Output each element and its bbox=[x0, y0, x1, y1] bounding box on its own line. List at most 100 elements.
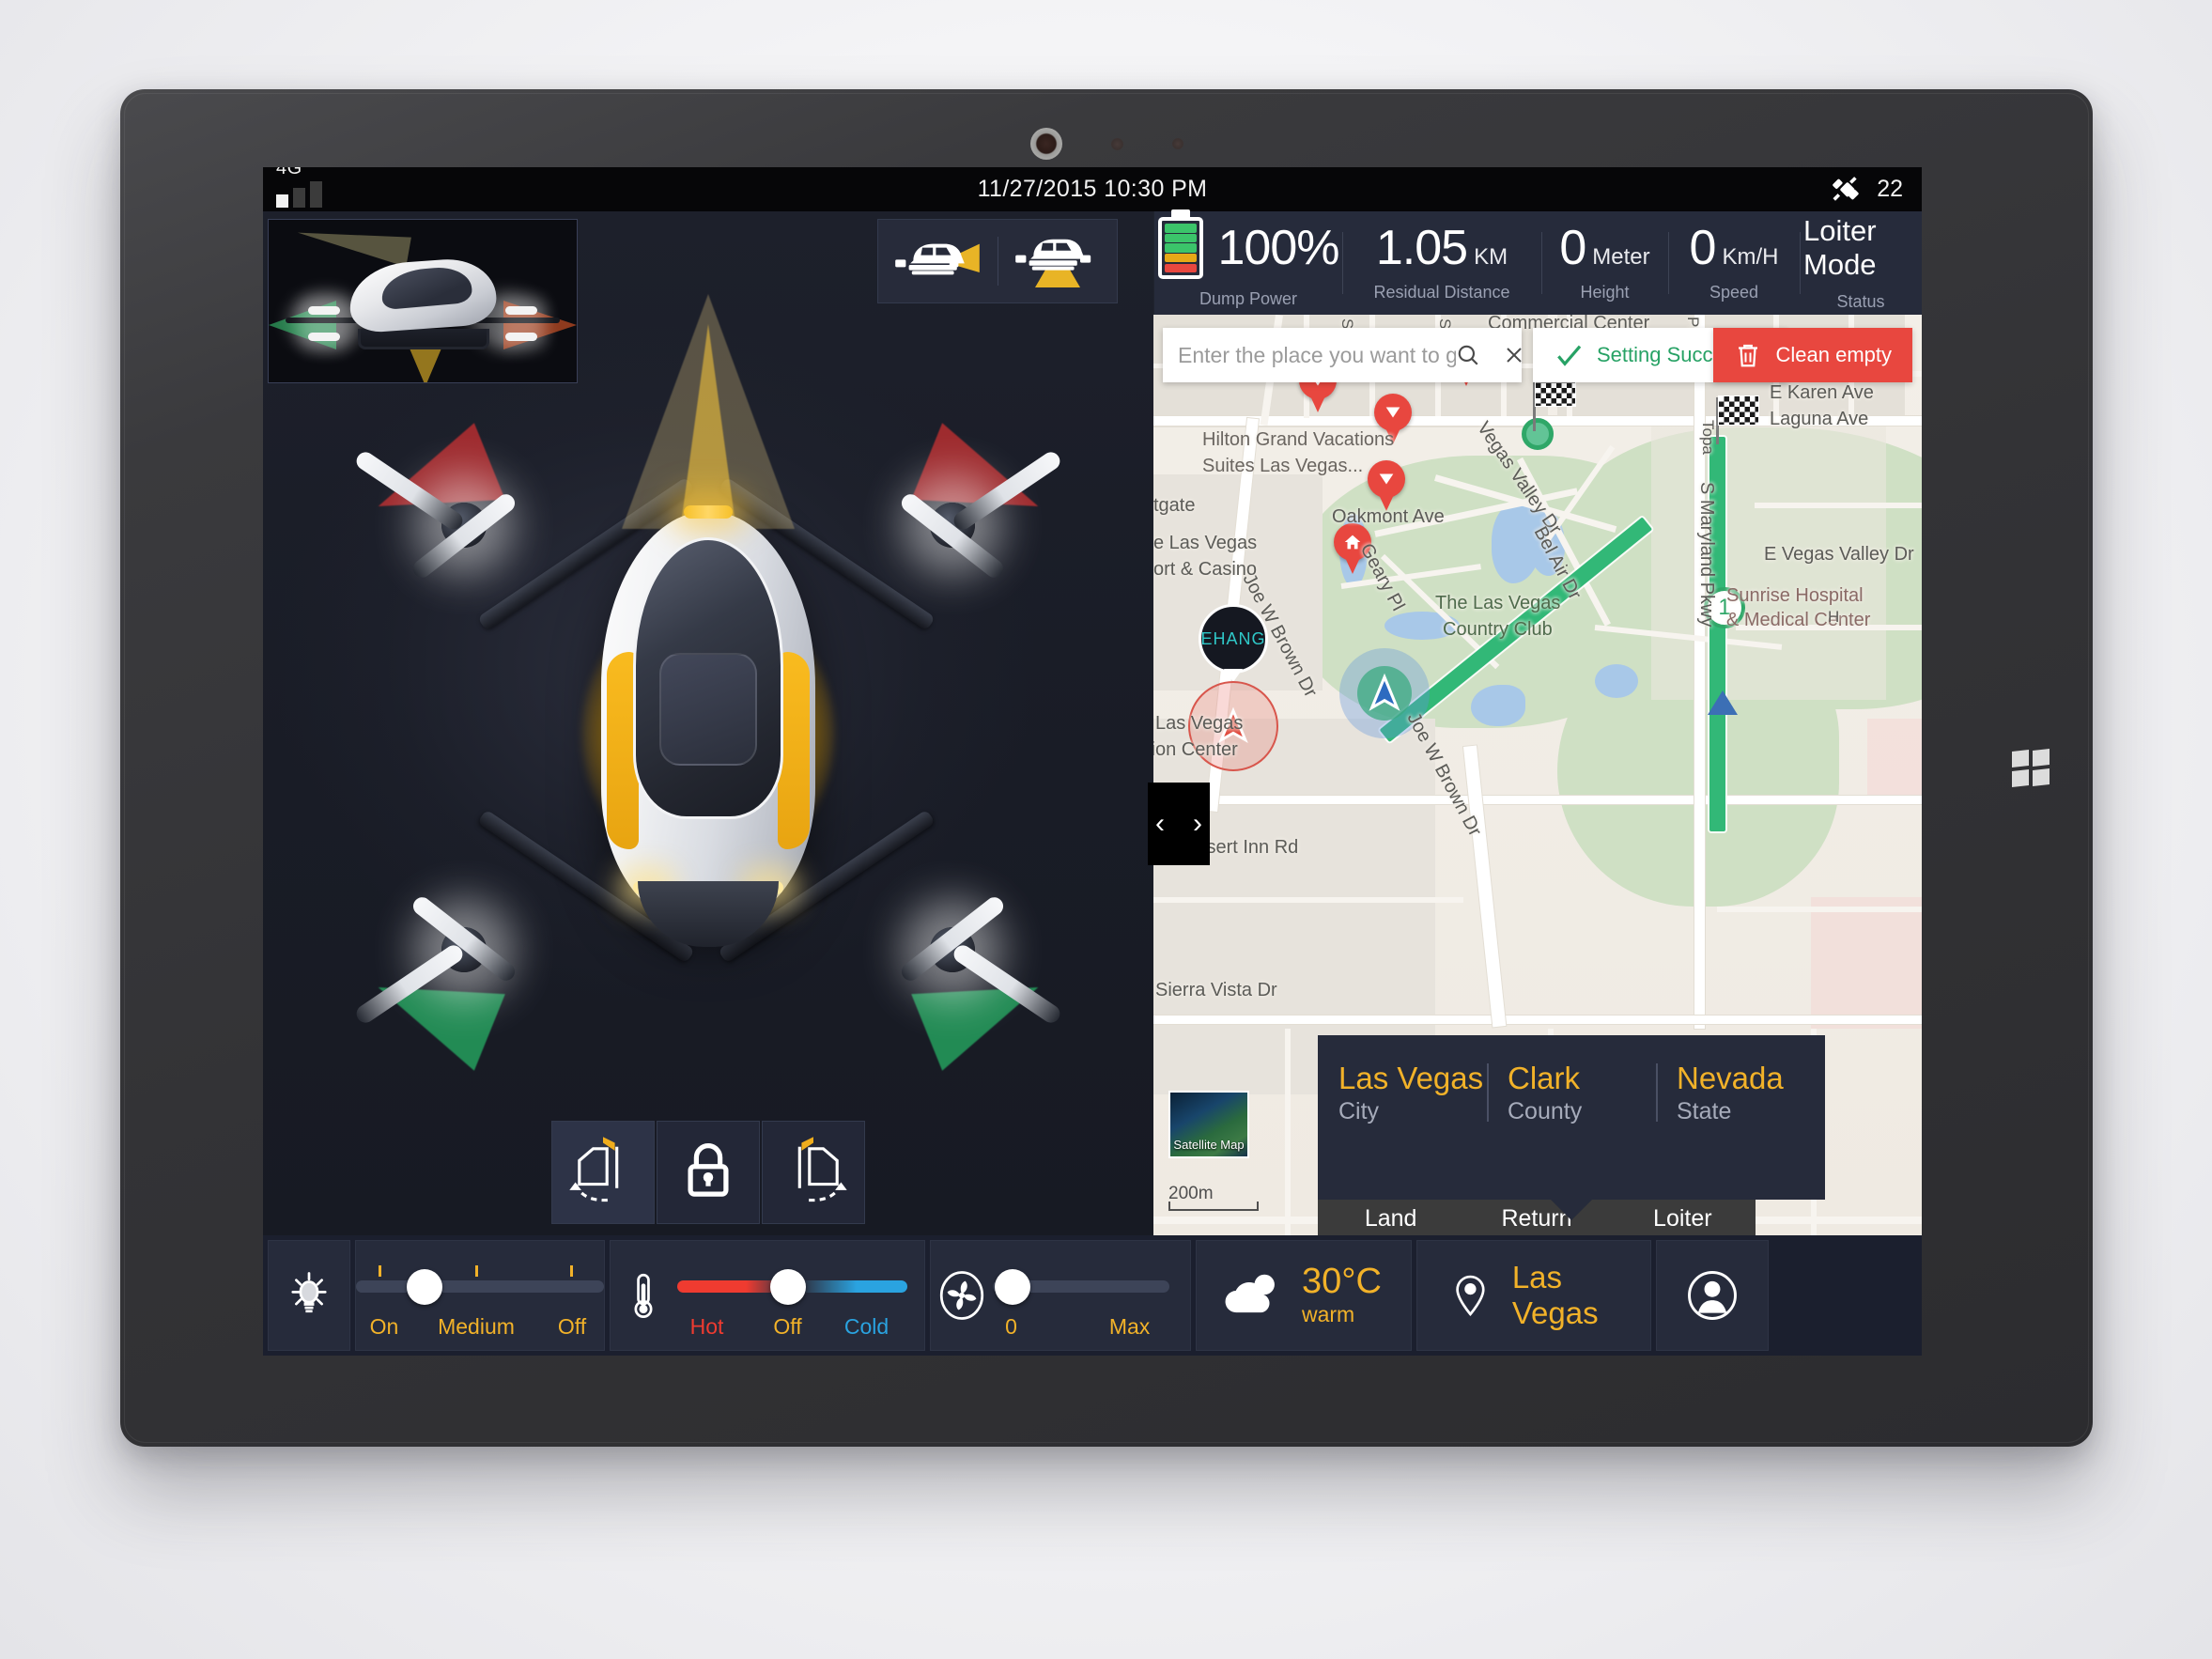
light-slider[interactable]: On Medium Off bbox=[356, 1241, 604, 1350]
status-label: Status bbox=[1836, 292, 1885, 311]
checkered-flag-icon bbox=[1718, 395, 1759, 426]
cockpit-canopy bbox=[633, 537, 783, 819]
open-right-door[interactable] bbox=[762, 1121, 865, 1224]
dump-power-value: 100% bbox=[1217, 221, 1340, 275]
sensor-dot-icon bbox=[1171, 138, 1183, 149]
drone-forward-light-icon bbox=[895, 243, 981, 275]
nose-light-icon bbox=[684, 505, 733, 519]
clean-empty-button[interactable]: Clean empty bbox=[1713, 328, 1912, 382]
light-label-on: On bbox=[369, 1314, 399, 1339]
route-direction-arrow bbox=[1708, 690, 1738, 715]
forward-camera-view[interactable] bbox=[878, 220, 998, 302]
windows-logo-icon[interactable] bbox=[2012, 748, 2050, 787]
map-label: Country Club bbox=[1443, 619, 1553, 640]
map-scale-line bbox=[1168, 1202, 1259, 1211]
door-open-left-icon bbox=[569, 1137, 619, 1202]
map-label: E Vegas Valley Dr bbox=[1764, 544, 1914, 565]
fan-slider-knob[interactable] bbox=[994, 1269, 1030, 1305]
fan-slider[interactable]: 0 Max bbox=[992, 1241, 1169, 1350]
handle-next-icon[interactable]: › bbox=[1193, 810, 1202, 838]
residual-distance-unit: KM bbox=[1474, 244, 1508, 270]
state-value: Nevada bbox=[1677, 1061, 1784, 1095]
map-label: The Las Vegas bbox=[1435, 593, 1561, 613]
map-label: Oakmont Ave bbox=[1332, 506, 1445, 527]
loiter-button[interactable]: Loiter bbox=[1610, 1205, 1756, 1233]
temperature-slider-labels: Hot Off Cold bbox=[677, 1314, 907, 1342]
telemetry-dump-power: 100% Dump Power bbox=[1154, 211, 1342, 315]
map-label: tgate bbox=[1153, 495, 1196, 516]
info-city: Las Vegas City bbox=[1318, 1061, 1487, 1200]
waypoint-pin[interactable] bbox=[1368, 460, 1405, 511]
map-label: Laguna Ave bbox=[1770, 409, 1869, 429]
map-label: Topa bbox=[1699, 420, 1717, 455]
status-value: Loiter Mode bbox=[1803, 214, 1877, 281]
temp-label-cold: Cold bbox=[843, 1314, 889, 1339]
lock-icon bbox=[688, 1143, 729, 1197]
route-waypoint-start[interactable] bbox=[1522, 418, 1554, 450]
speed-label: Speed bbox=[1709, 283, 1759, 302]
weather-group[interactable]: 30°C warm bbox=[1196, 1240, 1412, 1351]
light-slider-ticks bbox=[356, 1265, 604, 1277]
satellite-map-toggle[interactable]: Satellite Map bbox=[1168, 1091, 1249, 1158]
drone-heading-arrow-icon bbox=[1369, 673, 1400, 711]
temperature-slider[interactable]: Hot Off Cold bbox=[676, 1241, 907, 1350]
map-scale-label: 200m bbox=[1168, 1184, 1214, 1203]
search-icon[interactable] bbox=[1456, 343, 1480, 367]
county-value: Clark bbox=[1508, 1061, 1581, 1095]
city-name: Las Vegas bbox=[1511, 1260, 1599, 1330]
close-icon[interactable] bbox=[1503, 344, 1525, 366]
front-camera-icon bbox=[1029, 128, 1062, 160]
map-label: E Karen Ave bbox=[1770, 382, 1874, 403]
location-pin-icon bbox=[1456, 1275, 1485, 1317]
land-button[interactable]: Land bbox=[1318, 1205, 1463, 1233]
county-label: County bbox=[1508, 1098, 1583, 1125]
satellite-icon bbox=[1833, 176, 1859, 201]
check-icon bbox=[1557, 345, 1582, 366]
telemetry-status: Loiter Mode Status bbox=[1800, 211, 1922, 315]
temp-label-off: Off bbox=[773, 1314, 802, 1339]
map-label: S Maryland Pkwy bbox=[1696, 482, 1717, 628]
satellite-count: 22 bbox=[1877, 176, 1903, 202]
temperature-group[interactable]: Hot Off Cold bbox=[610, 1240, 925, 1351]
light-icon-group[interactable] bbox=[268, 1240, 350, 1351]
light-label-off: Off bbox=[557, 1314, 587, 1339]
map-label: Sunrise Hospital bbox=[1726, 585, 1864, 606]
panel-resize-handle[interactable]: ‹ › bbox=[1148, 783, 1210, 865]
temperature-slider-knob[interactable] bbox=[769, 1269, 806, 1305]
info-state: Nevada State bbox=[1656, 1061, 1825, 1200]
door-open-right-icon bbox=[797, 1137, 847, 1202]
map-label: e Las Vegas bbox=[1153, 533, 1258, 553]
city-group[interactable]: Las Vegas bbox=[1416, 1240, 1651, 1351]
open-left-door[interactable] bbox=[551, 1121, 655, 1224]
sensor-dot-icon bbox=[1110, 137, 1123, 150]
map-search-bar[interactable] bbox=[1163, 328, 1522, 382]
drone-view-panel bbox=[263, 211, 1153, 1235]
info-county: Clark County bbox=[1487, 1061, 1656, 1200]
light-slider-track[interactable] bbox=[356, 1280, 604, 1293]
fan-label-min: 0 bbox=[1005, 1314, 1017, 1339]
screen: 4G 11/27/2015 10:30 PM 22 100% Dump Powe… bbox=[263, 167, 1922, 1356]
fan-slider-labels: 0 Max bbox=[993, 1314, 1169, 1342]
status-bar: 4G 11/27/2015 10:30 PM 22 bbox=[263, 167, 1922, 211]
light-label-medium: Medium bbox=[438, 1314, 515, 1339]
lock-doors[interactable] bbox=[657, 1121, 760, 1224]
user-avatar-icon bbox=[1688, 1271, 1737, 1320]
speed-value: 0 bbox=[1689, 221, 1717, 275]
fan-group[interactable]: 0 Max bbox=[930, 1240, 1191, 1351]
camera-view-toggle[interactable] bbox=[877, 219, 1118, 303]
downward-camera-view[interactable] bbox=[998, 220, 1118, 302]
headlight-core bbox=[680, 324, 736, 531]
map-canvas[interactable]: 1 EHANG Hilton Grand Vacations Suites La… bbox=[1153, 315, 1922, 1235]
flight-action-bar[interactable]: Land Return Loiter bbox=[1318, 1194, 1756, 1235]
handle-prev-icon[interactable]: ‹ bbox=[1155, 810, 1165, 838]
door-control-bar bbox=[263, 1121, 1153, 1224]
light-slider-knob[interactable] bbox=[407, 1269, 442, 1305]
search-input[interactable] bbox=[1178, 342, 1456, 368]
residual-distance-label: Residual Distance bbox=[1373, 283, 1510, 302]
drone-fuselage bbox=[601, 505, 815, 947]
user-group[interactable] bbox=[1656, 1240, 1769, 1351]
map-scale-bar: 200m bbox=[1168, 1184, 1259, 1211]
light-slider-group[interactable]: On Medium Off bbox=[355, 1240, 605, 1351]
height-value: 0 bbox=[1559, 221, 1586, 275]
weather-temperature: 30°C bbox=[1302, 1262, 1382, 1301]
